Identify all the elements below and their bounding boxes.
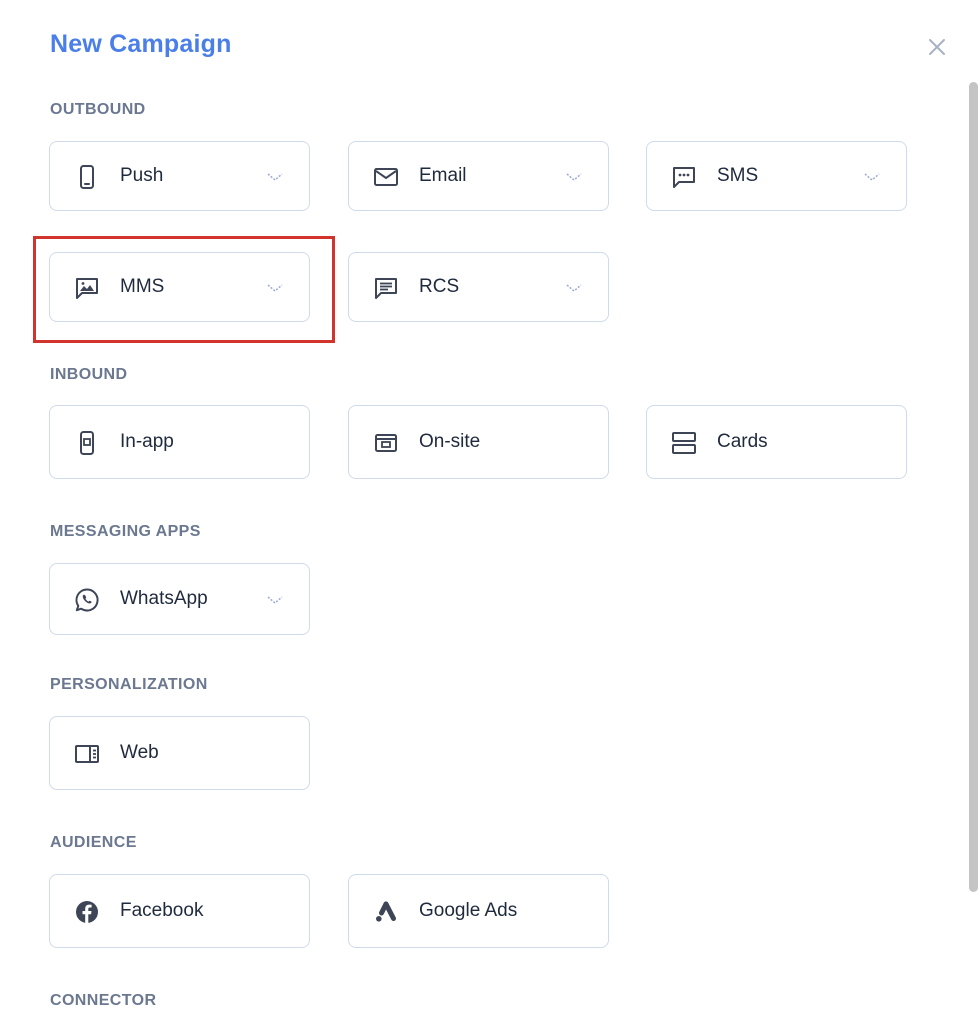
channel-facebook-button[interactable]: Facebook <box>49 874 310 948</box>
channel-label: Facebook <box>120 900 204 921</box>
channel-sms-button[interactable]: SMS <box>646 141 907 211</box>
browser-window-icon <box>373 430 399 456</box>
channel-rcs-button[interactable]: RCS <box>348 252 609 322</box>
chevron-down-icon <box>565 170 583 182</box>
channel-label: RCS <box>419 276 460 297</box>
channel-label: WhatsApp <box>120 588 208 609</box>
channel-cards-button[interactable]: Cards <box>646 405 907 479</box>
chevron-down-icon <box>565 281 583 293</box>
channel-label: On-site <box>419 431 481 452</box>
whatsapp-icon <box>74 587 100 613</box>
chevron-down-icon <box>266 281 284 293</box>
image-message-icon <box>74 275 100 301</box>
channel-mms-button[interactable]: MMS <box>49 252 310 322</box>
chevron-down-icon <box>266 593 284 605</box>
channel-label: In-app <box>120 431 174 452</box>
channel-google-ads-button[interactable]: Google Ads <box>348 874 609 948</box>
google-ads-icon <box>373 899 399 925</box>
section-label-audience: AUDIENCE <box>50 834 137 851</box>
channel-label: Email <box>419 165 467 186</box>
section-label-outbound: OUTBOUND <box>50 101 146 118</box>
chat-lines-icon <box>373 275 399 301</box>
channel-on-site-button[interactable]: On-site <box>348 405 609 479</box>
chevron-down-icon <box>266 170 284 182</box>
web-layout-icon <box>74 741 100 767</box>
section-label-messaging-apps: MESSAGING APPS <box>50 523 201 540</box>
new-campaign-modal: New Campaign OUTBOUND Push Email SMS MMS… <box>0 0 980 1032</box>
close-icon[interactable] <box>925 35 949 59</box>
channel-push-button[interactable]: Push <box>49 141 310 211</box>
channel-label: Cards <box>717 431 768 452</box>
modal-title: New Campaign <box>50 30 232 58</box>
section-label-inbound: INBOUND <box>50 366 128 383</box>
chat-dots-icon <box>671 164 697 190</box>
scrollbar-thumb[interactable] <box>969 82 978 892</box>
facebook-icon <box>74 899 100 925</box>
section-label-personalization: PERSONALIZATION <box>50 676 208 693</box>
in-app-icon <box>74 430 100 456</box>
section-label-connector: CONNECTOR <box>50 992 157 1009</box>
mail-icon <box>373 164 399 190</box>
channel-label: Web <box>120 742 159 763</box>
channel-label: Google Ads <box>419 900 518 921</box>
channel-label: SMS <box>717 165 759 186</box>
channel-web-button[interactable]: Web <box>49 716 310 790</box>
channel-label: Push <box>120 165 164 186</box>
channel-whatsapp-button[interactable]: WhatsApp <box>49 563 310 635</box>
smartphone-icon <box>74 164 100 190</box>
cards-icon <box>671 430 697 456</box>
channel-label: MMS <box>120 276 165 297</box>
chevron-down-icon <box>863 170 881 182</box>
channel-email-button[interactable]: Email <box>348 141 609 211</box>
channel-in-app-button[interactable]: In-app <box>49 405 310 479</box>
